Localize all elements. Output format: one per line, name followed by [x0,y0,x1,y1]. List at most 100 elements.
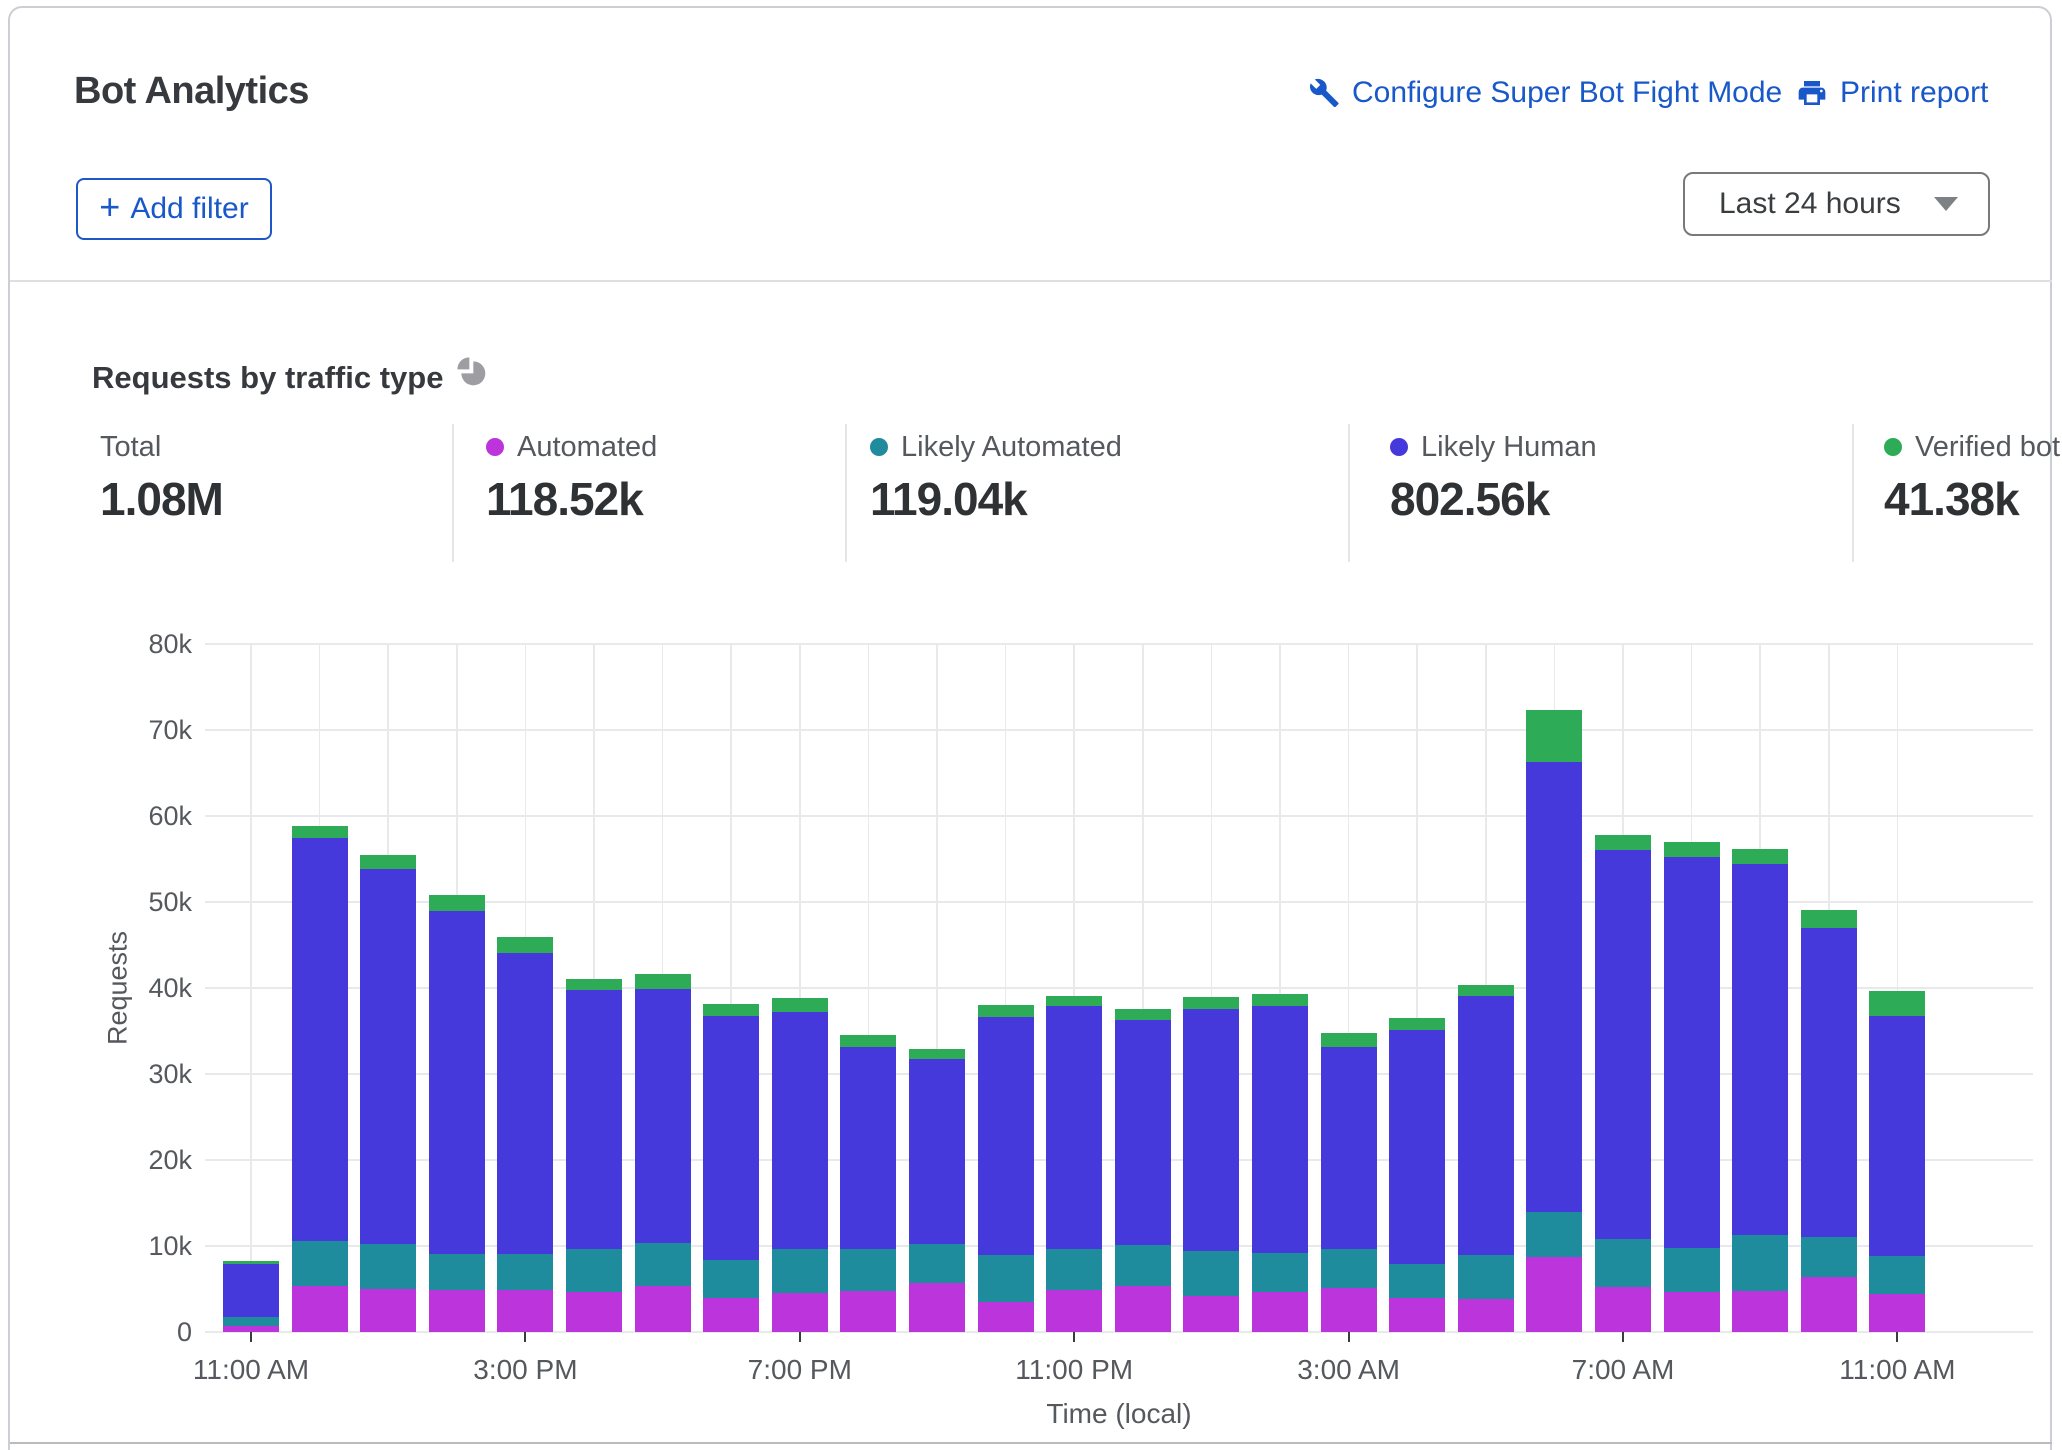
bar-segment-automated[interactable] [1801,1277,1857,1332]
bar-segment-automated[interactable] [1595,1287,1651,1332]
bar-8am[interactable] [1664,842,1720,1332]
bar-segment-likely-automated[interactable] [1252,1253,1308,1293]
bar-segment-verified-bot[interactable] [635,974,691,989]
bar-segment-verified-bot[interactable] [840,1035,896,1047]
bar-12pm[interactable] [292,826,348,1332]
bar-segment-likely-automated[interactable] [1801,1237,1857,1277]
bar-segment-verified-bot[interactable] [1389,1018,1445,1030]
bar-segment-likely-automated[interactable] [978,1255,1034,1301]
bar-segment-likely-human[interactable] [978,1017,1034,1255]
bar-segment-verified-bot[interactable] [772,998,828,1012]
bar-segment-likely-human[interactable] [223,1264,279,1317]
bar-segment-likely-human[interactable] [840,1047,896,1249]
bar-segment-automated[interactable] [1389,1298,1445,1332]
add-filter-button[interactable]: + Add filter [76,178,272,240]
bar-segment-verified-bot[interactable] [223,1261,279,1264]
bar-6pm[interactable] [703,1004,759,1332]
bar-segment-likely-human[interactable] [292,838,348,1240]
bar-segment-likely-human[interactable] [429,911,485,1253]
bar-segment-automated[interactable] [1183,1296,1239,1332]
bar-segment-automated[interactable] [360,1289,416,1332]
bar-segment-likely-automated[interactable] [1458,1255,1514,1299]
bar-8pm[interactable] [840,1035,896,1332]
bar-6am[interactable] [1526,710,1582,1332]
bar-2am[interactable] [1252,994,1308,1332]
bar-segment-verified-bot[interactable] [703,1004,759,1016]
bar-segment-likely-human[interactable] [1732,864,1788,1235]
bar-segment-automated[interactable] [1458,1299,1514,1332]
bar-7pm[interactable] [772,998,828,1332]
bar-4am[interactable] [1389,1018,1445,1332]
bar-segment-likely-human[interactable] [1664,857,1720,1247]
bar-segment-automated[interactable] [1526,1257,1582,1332]
bar-segment-likely-automated[interactable] [635,1243,691,1287]
bar-11am[interactable] [1869,991,1925,1332]
bar-segment-verified-bot[interactable] [1869,991,1925,1015]
bar-9pm[interactable] [909,1049,965,1332]
bar-segment-likely-automated[interactable] [1732,1235,1788,1291]
bar-segment-automated[interactable] [429,1290,485,1332]
bar-3am[interactable] [1321,1033,1377,1332]
bar-segment-likely-human[interactable] [1595,850,1651,1239]
bar-segment-likely-automated[interactable] [909,1244,965,1283]
bar-segment-likely-human[interactable] [1458,996,1514,1256]
bar-segment-verified-bot[interactable] [1801,910,1857,928]
bar-segment-verified-bot[interactable] [1664,842,1720,857]
bar-segment-likely-automated[interactable] [1115,1245,1171,1286]
bar-segment-likely-automated[interactable] [1183,1251,1239,1296]
bar-segment-likely-human[interactable] [772,1012,828,1249]
bar-segment-likely-human[interactable] [1115,1020,1171,1245]
bar-segment-automated[interactable] [1115,1286,1171,1332]
bar-segment-automated[interactable] [1321,1288,1377,1332]
bar-segment-automated[interactable] [497,1290,553,1332]
bar-segment-automated[interactable] [978,1302,1034,1332]
bar-segment-automated[interactable] [840,1291,896,1332]
bar-segment-automated[interactable] [772,1293,828,1332]
bar-segment-likely-automated[interactable] [223,1317,279,1326]
bar-segment-verified-bot[interactable] [1252,994,1308,1006]
bar-11pm[interactable] [1046,996,1102,1332]
bar-segment-likely-automated[interactable] [1869,1256,1925,1294]
bar-segment-verified-bot[interactable] [1732,849,1788,864]
bar-segment-likely-human[interactable] [1046,1006,1102,1249]
bar-segment-likely-human[interactable] [1869,1016,1925,1257]
bar-segment-likely-automated[interactable] [1595,1239,1651,1287]
bar-segment-likely-automated[interactable] [703,1260,759,1299]
bar-segment-automated[interactable] [1732,1291,1788,1332]
bar-segment-likely-human[interactable] [1321,1047,1377,1249]
bar-segment-automated[interactable] [635,1286,691,1332]
bar-9am[interactable] [1732,849,1788,1332]
bar-segment-likely-automated[interactable] [1526,1212,1582,1258]
bar-segment-likely-automated[interactable] [1664,1248,1720,1292]
bar-segment-verified-bot[interactable] [1526,710,1582,762]
bar-1am[interactable] [1183,997,1239,1332]
bar-segment-likely-automated[interactable] [1389,1264,1445,1298]
bar-segment-automated[interactable] [1252,1292,1308,1332]
bar-segment-automated[interactable] [909,1283,965,1332]
bar-segment-likely-human[interactable] [1801,928,1857,1237]
bar-2pm[interactable] [429,895,485,1332]
bar-segment-verified-bot[interactable] [1183,997,1239,1008]
bar-segment-likely-human[interactable] [703,1016,759,1259]
bar-segment-verified-bot[interactable] [909,1049,965,1058]
bar-segment-verified-bot[interactable] [566,979,622,990]
bar-segment-verified-bot[interactable] [429,895,485,911]
bar-segment-verified-bot[interactable] [292,826,348,838]
bar-segment-likely-automated[interactable] [1321,1249,1377,1288]
bar-segment-likely-automated[interactable] [429,1254,485,1290]
bar-segment-likely-human[interactable] [360,869,416,1244]
bar-3pm[interactable] [497,937,553,1332]
bar-segment-likely-human[interactable] [909,1059,965,1245]
bar-segment-likely-automated[interactable] [360,1244,416,1289]
configure-super-bot-fight-mode-link[interactable]: Configure Super Bot Fight Mode [1308,76,1782,110]
bar-segment-verified-bot[interactable] [1115,1009,1171,1020]
bar-segment-verified-bot[interactable] [497,937,553,952]
bar-10am[interactable] [1801,910,1857,1332]
bar-segment-verified-bot[interactable] [1321,1033,1377,1048]
bar-1pm[interactable] [360,855,416,1332]
bar-segment-verified-bot[interactable] [360,855,416,870]
bar-12am[interactable] [1115,1009,1171,1332]
print-report-link[interactable]: Print report [1796,76,1988,110]
bar-segment-likely-automated[interactable] [566,1249,622,1292]
bar-segment-verified-bot[interactable] [978,1005,1034,1017]
